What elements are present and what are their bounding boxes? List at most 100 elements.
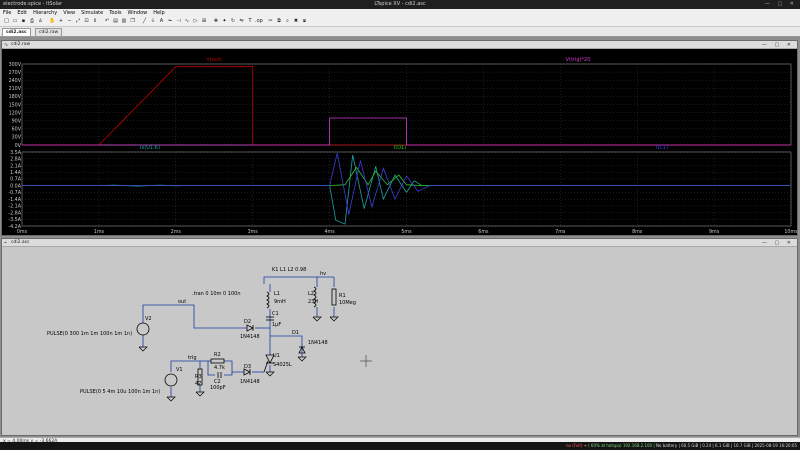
menu-file[interactable]: File [0, 9, 14, 17]
c1-value[interactable]: 1µF [272, 322, 281, 328]
schematic-window[interactable]: cdi2.asc ⌁ — ▢ ✕ .tran 0 10m 0 100n K1 L… [1, 238, 798, 436]
d2-name[interactable]: D2 [244, 319, 251, 325]
legend-entry: I(D1) [394, 145, 406, 151]
net-label-trig[interactable]: trig [188, 355, 197, 361]
y-tick-label: 3.5A [10, 150, 22, 156]
net-label-out[interactable]: out [178, 299, 186, 305]
c2-value[interactable]: 100pF [210, 385, 226, 391]
tile-vertical-icon[interactable]: ▥ [121, 18, 128, 25]
copy-icon[interactable]: ⧉ [276, 18, 283, 25]
duplicate-icon[interactable]: ⧈ [301, 18, 308, 25]
menu-view[interactable]: View [60, 9, 78, 17]
legend-entry: Ix(U1:K) [140, 145, 160, 151]
y-tick-label: -2.8A [8, 210, 21, 216]
inductor-icon[interactable]: ∿ [184, 18, 191, 25]
save-icon[interactable]: ▪ [20, 18, 27, 25]
r3-name[interactable]: R3 [195, 374, 202, 380]
open-icon[interactable]: ▭ [12, 18, 19, 25]
net-label-hv[interactable]: hv [320, 271, 326, 277]
tab-cdi2-raw[interactable]: cdi2.raw [35, 28, 63, 36]
zoom-area-icon[interactable]: ⊡ [83, 18, 90, 25]
y-tick-label: 2.1A [10, 163, 22, 169]
d1-value[interactable]: 1N4148 [308, 340, 328, 346]
print-icon[interactable]: ⎙ [29, 18, 36, 25]
wire-icon[interactable]: ╱ [141, 18, 148, 25]
legend-entry: V(trig)*20 [566, 57, 591, 63]
r2-value[interactable]: 4.7k [214, 365, 225, 371]
menu-tools[interactable]: Tools [106, 9, 124, 17]
drag-icon[interactable]: ✦ [221, 18, 228, 25]
menu-help[interactable]: Help [150, 9, 167, 17]
c1-name[interactable]: C1 [272, 311, 279, 317]
cascade-icon[interactable]: ❐ [129, 18, 136, 25]
capacitor-icon[interactable]: ⊣ [175, 18, 182, 25]
schematic-window-controls[interactable]: — ▢ ✕ [762, 239, 794, 247]
new-icon[interactable]: □ [3, 18, 10, 25]
tran-directive[interactable]: .tran 0 10m 0 100n [192, 291, 241, 297]
waveform-plot[interactable]: 300V 270V 240V 210V 180V 150V 120V 90V 60V 30V 0V V… [2, 49, 799, 236]
l1-name[interactable]: L1 [274, 291, 280, 297]
r3-value[interactable]: 47 [195, 381, 201, 387]
find-icon[interactable]: ⌕ [284, 18, 291, 25]
r2-name[interactable]: R2 [214, 352, 221, 358]
tab-cdi2-asc[interactable]: cdi2.asc [2, 28, 31, 36]
plot-window[interactable]: cdi2.raw ∿ — ▢ ✕ 300V 270V 240V 210V 180V 150… [1, 40, 798, 236]
mirror-icon[interactable]: ⇋ [238, 18, 245, 25]
menu-window[interactable]: Window [125, 9, 151, 17]
system-stats: No battery | 60.5 GiB | 0.24 | 6.1 GiB |… [655, 443, 797, 448]
move-icon[interactable]: ✥ [213, 18, 220, 25]
undo-icon[interactable]: ↶ [104, 18, 111, 25]
ground-icon[interactable]: ⏚ [150, 18, 157, 25]
spice-directive-icon[interactable]: .op [255, 18, 263, 25]
l2-name[interactable]: L2 [308, 291, 314, 297]
delete-icon[interactable]: ✖ [293, 18, 300, 25]
window-controls[interactable]: — ▢ ✕ [765, 0, 797, 9]
toolbar: □ ▭ ▪ ⎙ ♙ ✋ + − ⤢ ⊡ ⇕ ↶ ▤ ▥ ❐ ╱ ⏚ A ⏦ ⊣ ∿ ▷ ⊞ ✥ ✦ ↻ ⇋ T .op ✂ ⧉ ⌕ ✖ ⧈ [0, 17, 800, 27]
run-icon[interactable]: ♙ [37, 18, 44, 25]
crosshair-cursor [360, 355, 372, 367]
d3-name[interactable]: D3 [244, 364, 251, 370]
cut-icon[interactable]: ✂ [267, 18, 274, 25]
u1-name[interactable]: U1 [273, 353, 280, 359]
menu-simulate[interactable]: Simulate [78, 9, 106, 17]
coupling-directive[interactable]: K1 L1 L2 0.98 [272, 267, 306, 273]
l2-value[interactable]: 23H [308, 299, 318, 305]
plot-window-controls[interactable]: — ▢ ✕ [762, 41, 794, 49]
label-icon[interactable]: A [158, 18, 165, 25]
plot-pane-2: 3.5A2.8A2.1A1.4A0.7A0.0A-0.7A-1.4A-2.1A-… [8, 145, 798, 235]
legend-entry: I(C1) [656, 145, 668, 151]
y-tick-label: 90V [12, 119, 22, 125]
component-icon[interactable]: ⊞ [201, 18, 208, 25]
tile-horizontal-icon[interactable]: ▤ [112, 18, 119, 25]
y-tick-label: 150V [9, 102, 22, 108]
menu-edit[interactable]: Edit [14, 9, 30, 17]
l1-value[interactable]: 9mH [274, 299, 286, 305]
d1-name[interactable]: D1 [292, 330, 299, 336]
zoom-fit-icon[interactable]: ⤢ [75, 18, 82, 25]
rotate-icon[interactable]: ↻ [230, 18, 237, 25]
d3-value[interactable]: 1N4148 [240, 379, 260, 385]
x-tick-label: 10ms [784, 229, 798, 235]
y-tick-label: -0.7A [8, 190, 21, 196]
zoom-in-icon[interactable]: + [58, 18, 65, 25]
v2-name[interactable]: V2 [145, 316, 152, 322]
zoom-out-icon[interactable]: − [66, 18, 73, 25]
y-tick-label: 120V [9, 110, 22, 116]
r1-value[interactable]: 10Meg [339, 300, 356, 306]
r1-name[interactable]: R1 [339, 293, 346, 299]
schematic-components [136, 286, 337, 387]
autoscale-icon[interactable]: ⇕ [92, 18, 99, 25]
resistor-icon[interactable]: ⏦ [167, 18, 174, 25]
pause-icon[interactable]: ✋ [49, 18, 56, 25]
y-tick-label: 2.8A [10, 157, 22, 163]
menu-hierarchy[interactable]: Hierarchy [30, 9, 60, 17]
u1-value[interactable]: S4025L [273, 362, 292, 368]
schematic-canvas[interactable]: .tran 0 10m 0 100n K1 L1 L2 0.98 out hv … [2, 247, 799, 436]
text-icon[interactable]: T [247, 18, 254, 25]
v1-value[interactable]: PULSE(0 5 4m 10u 100n 1m 1n) [80, 389, 160, 395]
x-tick-label: 3ms [248, 229, 259, 235]
v1-name[interactable]: V1 [176, 367, 183, 373]
v2-value[interactable]: PULSE(0 300 1m 1m 100n 1m 1n) [47, 331, 132, 337]
diode-icon[interactable]: ▷ [192, 18, 199, 25]
d2-value[interactable]: 1N4148 [240, 334, 260, 340]
